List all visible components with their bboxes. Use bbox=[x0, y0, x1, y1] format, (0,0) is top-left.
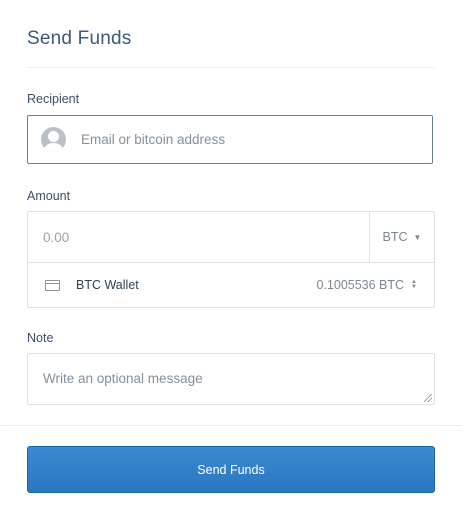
note-label: Note bbox=[27, 331, 54, 345]
wallet-selector[interactable]: BTC Wallet 0.1005536 BTC ▲ ▼ bbox=[28, 263, 434, 307]
send-funds-button[interactable]: Send Funds bbox=[27, 446, 435, 493]
recipient-field[interactable] bbox=[27, 115, 433, 164]
resize-handle-icon[interactable] bbox=[424, 394, 432, 402]
amount-row: BTC ▼ bbox=[28, 212, 434, 263]
currency-value: BTC bbox=[382, 230, 408, 244]
sort-arrows-icon: ▲ ▼ bbox=[411, 279, 417, 290]
user-avatar-icon bbox=[41, 127, 66, 152]
amount-group: BTC ▼ BTC Wallet 0.1005536 BTC ▲▼ bbox=[27, 211, 435, 308]
wallet-icon bbox=[45, 279, 60, 291]
recipient-label: Recipient bbox=[27, 92, 80, 106]
wallet-balance: 0.1005536 BTC bbox=[316, 278, 405, 292]
caret-down-icon: ▼ bbox=[413, 232, 422, 242]
currency-dropdown[interactable]: BTC ▼ bbox=[369, 212, 434, 262]
recipient-input[interactable] bbox=[79, 131, 423, 148]
header-divider bbox=[27, 67, 435, 68]
amount-label: Amount bbox=[27, 189, 71, 203]
footer-divider bbox=[0, 425, 462, 426]
amount-input[interactable] bbox=[28, 212, 369, 262]
note-textarea[interactable] bbox=[28, 354, 434, 404]
note-field[interactable] bbox=[27, 353, 435, 405]
wallet-name: BTC Wallet bbox=[76, 278, 139, 292]
page-title: Send Funds bbox=[27, 28, 132, 49]
